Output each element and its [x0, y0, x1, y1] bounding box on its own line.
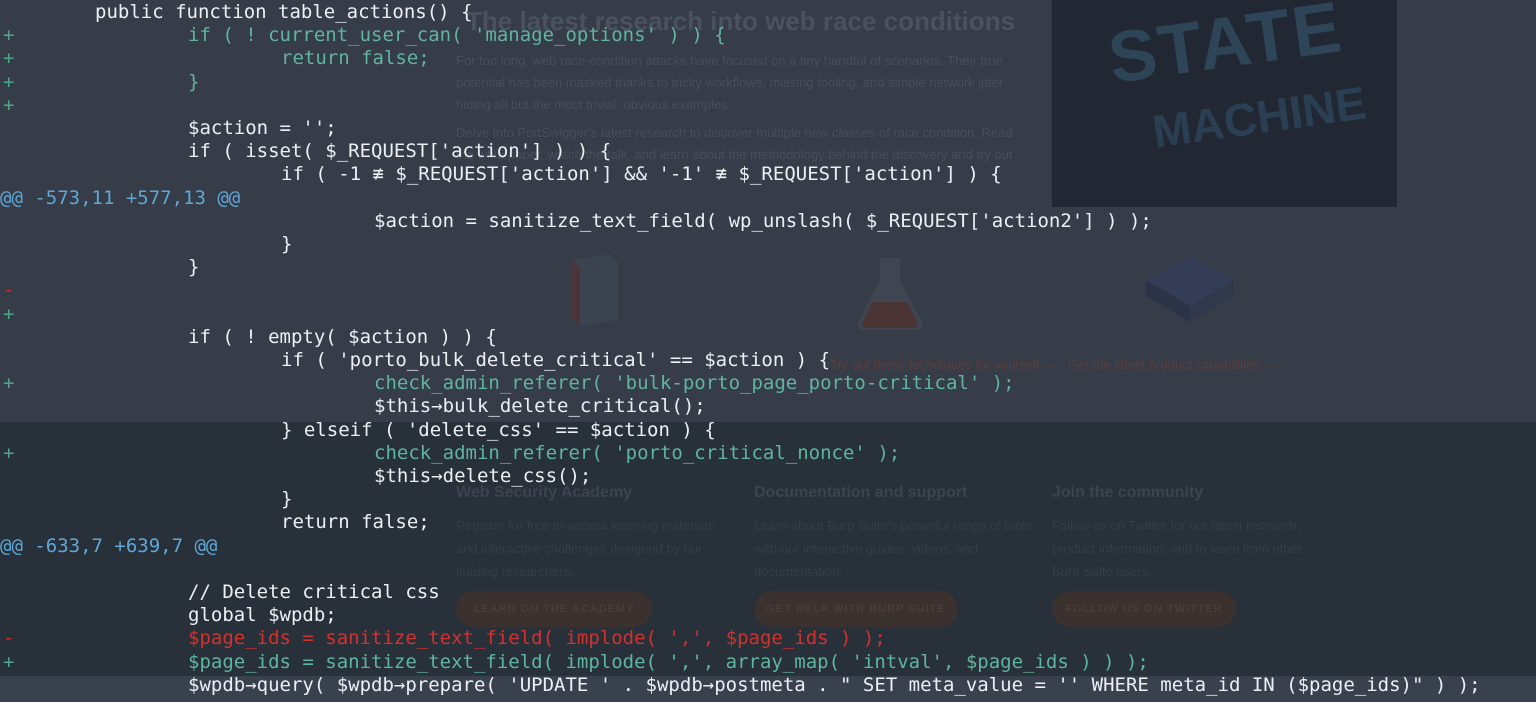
diff-line-removed: -: [0, 279, 1536, 302]
diff-line-code: if ( ! current_user_can( 'manage_options…: [188, 24, 726, 47]
diff-line-context: }: [0, 256, 1536, 279]
diff-hunk-header: @@ -633,7 +639,7 @@: [0, 535, 1536, 558]
diff-line-context: } elseif ( 'delete_css' == $action ) {: [0, 419, 1536, 442]
diff-line-added: + $page_ids = sanitize_text_field( implod…: [0, 651, 1536, 674]
diff-line-code: if ( ! empty( $action ) ) {: [188, 325, 497, 348]
terminal-diff-output[interactable]: public function table_actions() { + if ( !…: [0, 0, 1536, 702]
diff-line-code: $action = sanitize_text_field( wp_unslas…: [374, 209, 1152, 232]
diff-line-code: @@ -633,7 +639,7 @@: [0, 534, 218, 557]
diff-line-context: public function table_actions() {: [0, 1, 1536, 24]
diff-line-added: + if ( ! current_user_can( 'manage_option…: [0, 24, 1536, 47]
diff-line-code: return false;: [281, 47, 430, 70]
diff-line-removed: - $page_ids = sanitize_text_field( implod…: [0, 627, 1536, 650]
diff-line-context: if ( isset( $_REQUEST['action'] ) ) {: [0, 140, 1536, 163]
diff-line-code: public function table_actions() {: [95, 1, 473, 23]
diff-line-code: $action = '';: [188, 117, 337, 139]
diff-line-context: if ( ! empty( $action ) ) {: [0, 326, 1536, 349]
diff-added-marker: +: [3, 93, 15, 116]
diff-added-marker: +: [3, 24, 15, 47]
diff-line-added: + return false;: [0, 47, 1536, 70]
diff-line-added: +: [0, 303, 1536, 326]
diff-line-code: $page_ids = sanitize_text_field( implode…: [188, 650, 1149, 673]
diff-line-code: if ( 'porto_bulk_delete_critical' == $ac…: [281, 349, 831, 371]
diff-line-code: $this→bulk_delete_critical();: [374, 395, 706, 418]
diff-line-code: global $wpdb;: [188, 604, 337, 627]
diff-line-code: $page_ids = sanitize_text_field( implode…: [188, 627, 886, 650]
diff-line-code: return false;: [281, 511, 430, 534]
diff-added-marker: +: [3, 650, 15, 673]
diff-line-code: check_admin_referer( 'porto_critical_non…: [374, 441, 901, 464]
diff-line-context: }: [0, 233, 1536, 256]
diff-removed-marker: -: [3, 627, 15, 650]
diff-added-marker: +: [3, 441, 15, 464]
diff-added-marker: +: [3, 70, 15, 93]
diff-line-added: + check_admin_referer( 'bulk-porto_page_p…: [0, 372, 1536, 395]
diff-line-context: $wpdb→query( $wpdb→prepare( 'UPDATE ' . …: [0, 674, 1536, 697]
diff-line-context: $action = '';: [0, 117, 1536, 140]
diff-added-marker: +: [3, 372, 15, 395]
diff-line-added: + check_admin_referer( 'porto_critical_no…: [0, 442, 1536, 465]
diff-line-code: }: [281, 488, 293, 511]
diff-line-context: // Delete critical css: [0, 581, 1536, 604]
diff-line-added: +}: [0, 71, 1536, 94]
diff-line-code: } elseif ( 'delete_css' == $action ) {: [281, 418, 716, 441]
diff-line-context: }: [0, 488, 1536, 511]
diff-hunk-header: @@ -573,11 +577,13 @@: [0, 187, 1536, 210]
diff-line-code: }: [188, 256, 200, 279]
diff-line-context: $this→delete_css();: [0, 465, 1536, 488]
diff-removed-marker: -: [3, 279, 15, 302]
diff-line-context: return false;: [0, 511, 1536, 534]
diff-line-code: $this→delete_css();: [374, 465, 592, 487]
diff-line-added: +: [0, 94, 1536, 117]
diff-line-code: }: [188, 70, 200, 93]
diff-line-code: @@ -573,11 +577,13 @@: [0, 186, 241, 209]
diff-added-marker: +: [3, 302, 15, 325]
diff-line-context: if ( 'porto_bulk_delete_critical' == $ac…: [0, 349, 1536, 372]
diff-line-code: check_admin_referer( 'bulk-porto_page_po…: [374, 372, 1015, 395]
diff-line-context: if ( -1 ≢ $_REQUEST['action'] && '-1' ≢ …: [0, 163, 1536, 186]
diff-line-context: global $wpdb;: [0, 604, 1536, 627]
diff-line-code: if ( isset( $_REQUEST['action'] ) ) {: [188, 140, 612, 163]
diff-line-code: $wpdb→query( $wpdb→prepare( 'UPDATE ' . …: [188, 673, 1481, 696]
diff-line-context: [0, 558, 1536, 581]
diff-line-code: }: [281, 233, 293, 255]
diff-line-context: $action = sanitize_text_field( wp_unslas…: [0, 210, 1536, 233]
diff-line-context: $this→bulk_delete_critical();: [0, 395, 1536, 418]
diff-line-code: // Delete critical css: [188, 581, 440, 603]
diff-line-code: if ( -1 ≢ $_REQUEST['action'] && '-1' ≢ …: [281, 163, 1002, 186]
diff-added-marker: +: [3, 47, 15, 70]
